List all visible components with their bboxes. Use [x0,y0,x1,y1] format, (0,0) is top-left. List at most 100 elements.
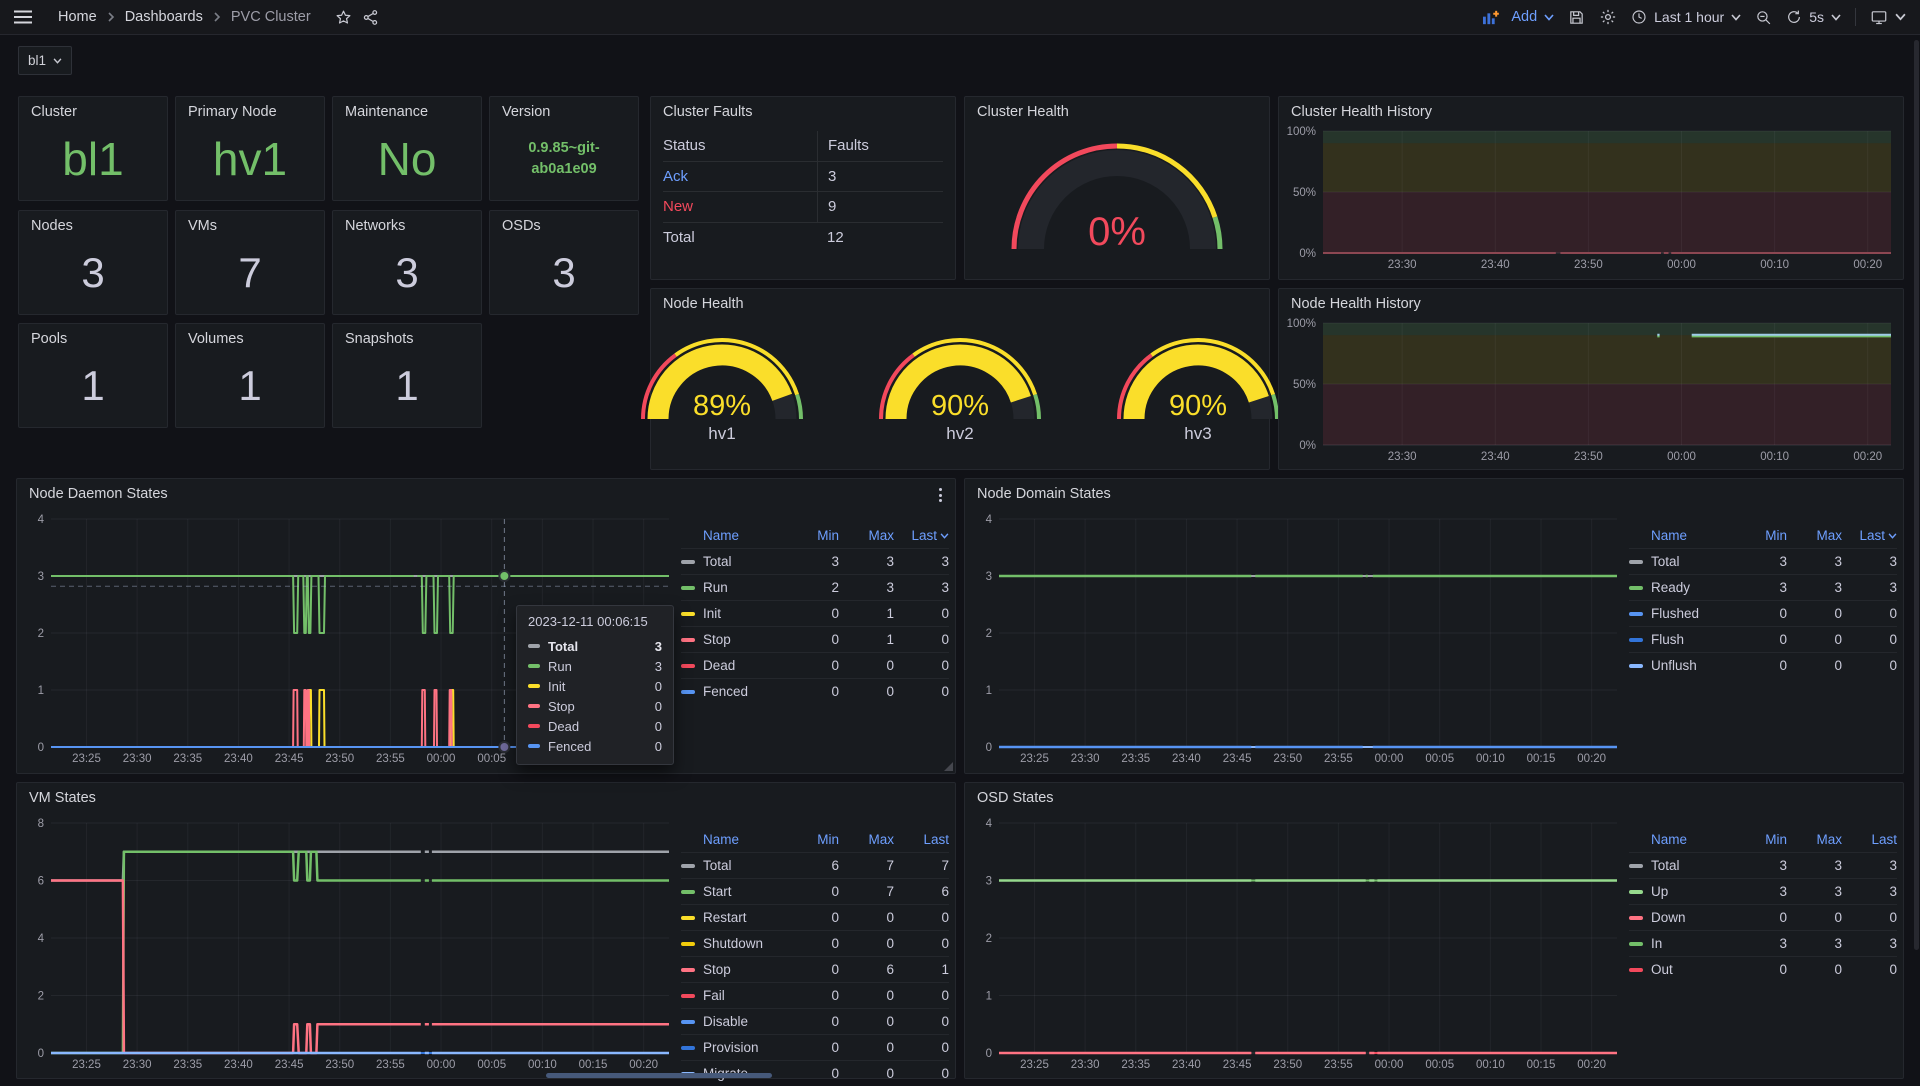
legend-row[interactable]: Up333 [1629,878,1897,904]
time-range-picker[interactable]: Last 1 hour [1631,9,1741,25]
legend-row[interactable]: Ready333 [1629,574,1897,600]
legend-row[interactable]: Total333 [681,548,949,574]
legend-value: 0 [839,910,894,925]
svg-text:0: 0 [986,742,992,754]
legend-row[interactable]: Start076 [681,878,949,904]
legend-row[interactable]: Unflush000 [1629,652,1897,678]
svg-text:00:15: 00:15 [1527,1059,1556,1071]
panel-menu-icon[interactable] [933,487,947,503]
legend-col-min[interactable]: Min [784,832,839,847]
node-health-history-chart[interactable]: 23:3023:4023:5000:0000:1000:200%50%100% [1285,315,1897,465]
share-icon[interactable] [362,9,379,26]
legend-row[interactable]: Stop061 [681,956,949,982]
legend-col-max[interactable]: Max [839,832,894,847]
legend-row[interactable]: Stop010 [681,626,949,652]
refresh-interval-label: 5s [1809,9,1824,25]
legend-value: 0 [784,1066,839,1081]
legend-row[interactable]: Fenced000 [681,678,949,704]
legend-row[interactable]: Shutdown000 [681,930,949,956]
legend-header: NameMinMaxLast [681,523,949,548]
legend-row[interactable]: Flushed000 [1629,600,1897,626]
variable-dropdown-cluster[interactable]: bl1 [18,46,72,75]
legend-row[interactable]: Run233 [681,574,949,600]
legend-row[interactable]: Out000 [1629,956,1897,982]
legend-col-last[interactable]: Last [1842,832,1897,847]
svg-text:00:05: 00:05 [477,1059,506,1071]
svg-text:00:20: 00:20 [1577,1059,1606,1071]
zoom-out-icon[interactable] [1755,9,1772,26]
faults-col-status: Status [663,137,817,154]
tooltip-color-swatch [528,644,540,648]
page-scrollbar[interactable] [1914,40,1919,950]
panel-title[interactable]: Node Daemon States [17,479,955,509]
panel-title[interactable]: Cluster Health [965,97,1269,127]
save-dashboard-icon[interactable] [1568,9,1585,26]
chart-svg: 23:2523:3023:3523:4023:4523:5023:5500:00… [25,815,675,1073]
svg-text:23:45: 23:45 [1223,1059,1252,1071]
gauge-svg: 0% [1002,135,1232,259]
legend-color-swatch [681,560,695,564]
vm-states-chart[interactable]: 23:2523:3023:3523:4023:4523:5023:5500:00… [25,815,675,1073]
legend-col-name[interactable]: Name [681,528,784,543]
legend-series-name: Unflush [1629,658,1732,673]
legend-row[interactable]: Init010 [681,600,949,626]
breadcrumb-dashboards[interactable]: Dashboards [125,9,203,25]
cluster-health-history-chart[interactable]: 23:3023:4023:5000:0000:1000:200%50%100% [1285,123,1897,273]
panel-title[interactable]: Cluster Faults [651,97,955,127]
legend-col-name[interactable]: Name [1629,832,1732,847]
legend-scrollbar[interactable] [546,1073,772,1078]
legend-row[interactable]: Dead000 [681,652,949,678]
legend-row[interactable]: Total333 [1629,548,1897,574]
panel-resize-handle[interactable] [944,762,953,771]
legend-row[interactable]: Down000 [1629,904,1897,930]
osd-states-chart[interactable]: 23:2523:3023:3523:4023:4523:5023:5500:00… [973,815,1623,1073]
node-gauge-label: hv2 [946,424,973,444]
breadcrumb-home[interactable]: Home [58,9,97,25]
panel-title[interactable]: Node Domain States [965,479,1903,509]
legend-header: NameMinMaxLast [1629,827,1897,852]
legend-value: 0 [784,632,839,647]
legend-value: 3 [1842,936,1897,951]
legend-col-name[interactable]: Name [681,832,784,847]
legend-row[interactable]: Fail000 [681,982,949,1008]
panel-title[interactable]: VM States [17,783,955,813]
legend-col-max[interactable]: Max [1787,832,1842,847]
stat-value: 0.9.85~git-ab0a1e09 [504,127,624,200]
legend-col-last[interactable]: Last [1842,528,1897,543]
legend-col-min[interactable]: Min [1732,528,1787,543]
legend-row[interactable]: Restart000 [681,904,949,930]
legend-col-last[interactable]: Last [894,528,949,543]
legend-col-min[interactable]: Min [784,528,839,543]
legend-row[interactable]: Total333 [1629,852,1897,878]
legend-col-last[interactable]: Last [894,832,949,847]
fault-status[interactable]: New [663,198,817,215]
node-gauge-label: hv1 [708,424,735,444]
legend-col-name[interactable]: Name [1629,528,1732,543]
node-gauge: 90%hv3 [1110,331,1286,444]
add-panel-button[interactable]: Add [1482,9,1554,25]
node-domain-states-chart[interactable]: 23:2523:3023:3523:4023:4523:5023:5500:00… [973,511,1623,767]
legend-row[interactable]: In333 [1629,930,1897,956]
svg-text:23:30: 23:30 [1388,259,1417,271]
legend-col-max[interactable]: Max [1787,528,1842,543]
legend-row[interactable]: Flush000 [1629,626,1897,652]
panel-title[interactable]: Node Health [651,289,1269,319]
legend-row[interactable]: Disable000 [681,1008,949,1034]
refresh-picker[interactable]: 5s [1786,9,1841,25]
legend-row[interactable]: Provision000 [681,1034,949,1060]
legend-row[interactable]: Total677 [681,852,949,878]
settings-gear-icon[interactable] [1599,8,1617,26]
star-icon[interactable] [335,9,352,26]
fault-status[interactable]: Ack [663,168,817,185]
kiosk-mode-button[interactable] [1870,9,1906,26]
svg-text:3: 3 [986,876,992,888]
panel-title[interactable]: OSD States [965,783,1903,813]
legend-value: 3 [1842,580,1897,595]
faults-col-faults: Faults [817,131,943,161]
tooltip-color-swatch [528,744,540,748]
legend-series-name: Down [1629,910,1732,925]
legend-col-min[interactable]: Min [1732,832,1787,847]
legend-col-max[interactable]: Max [839,528,894,543]
menu-icon[interactable] [14,10,32,24]
svg-text:23:35: 23:35 [173,753,202,765]
